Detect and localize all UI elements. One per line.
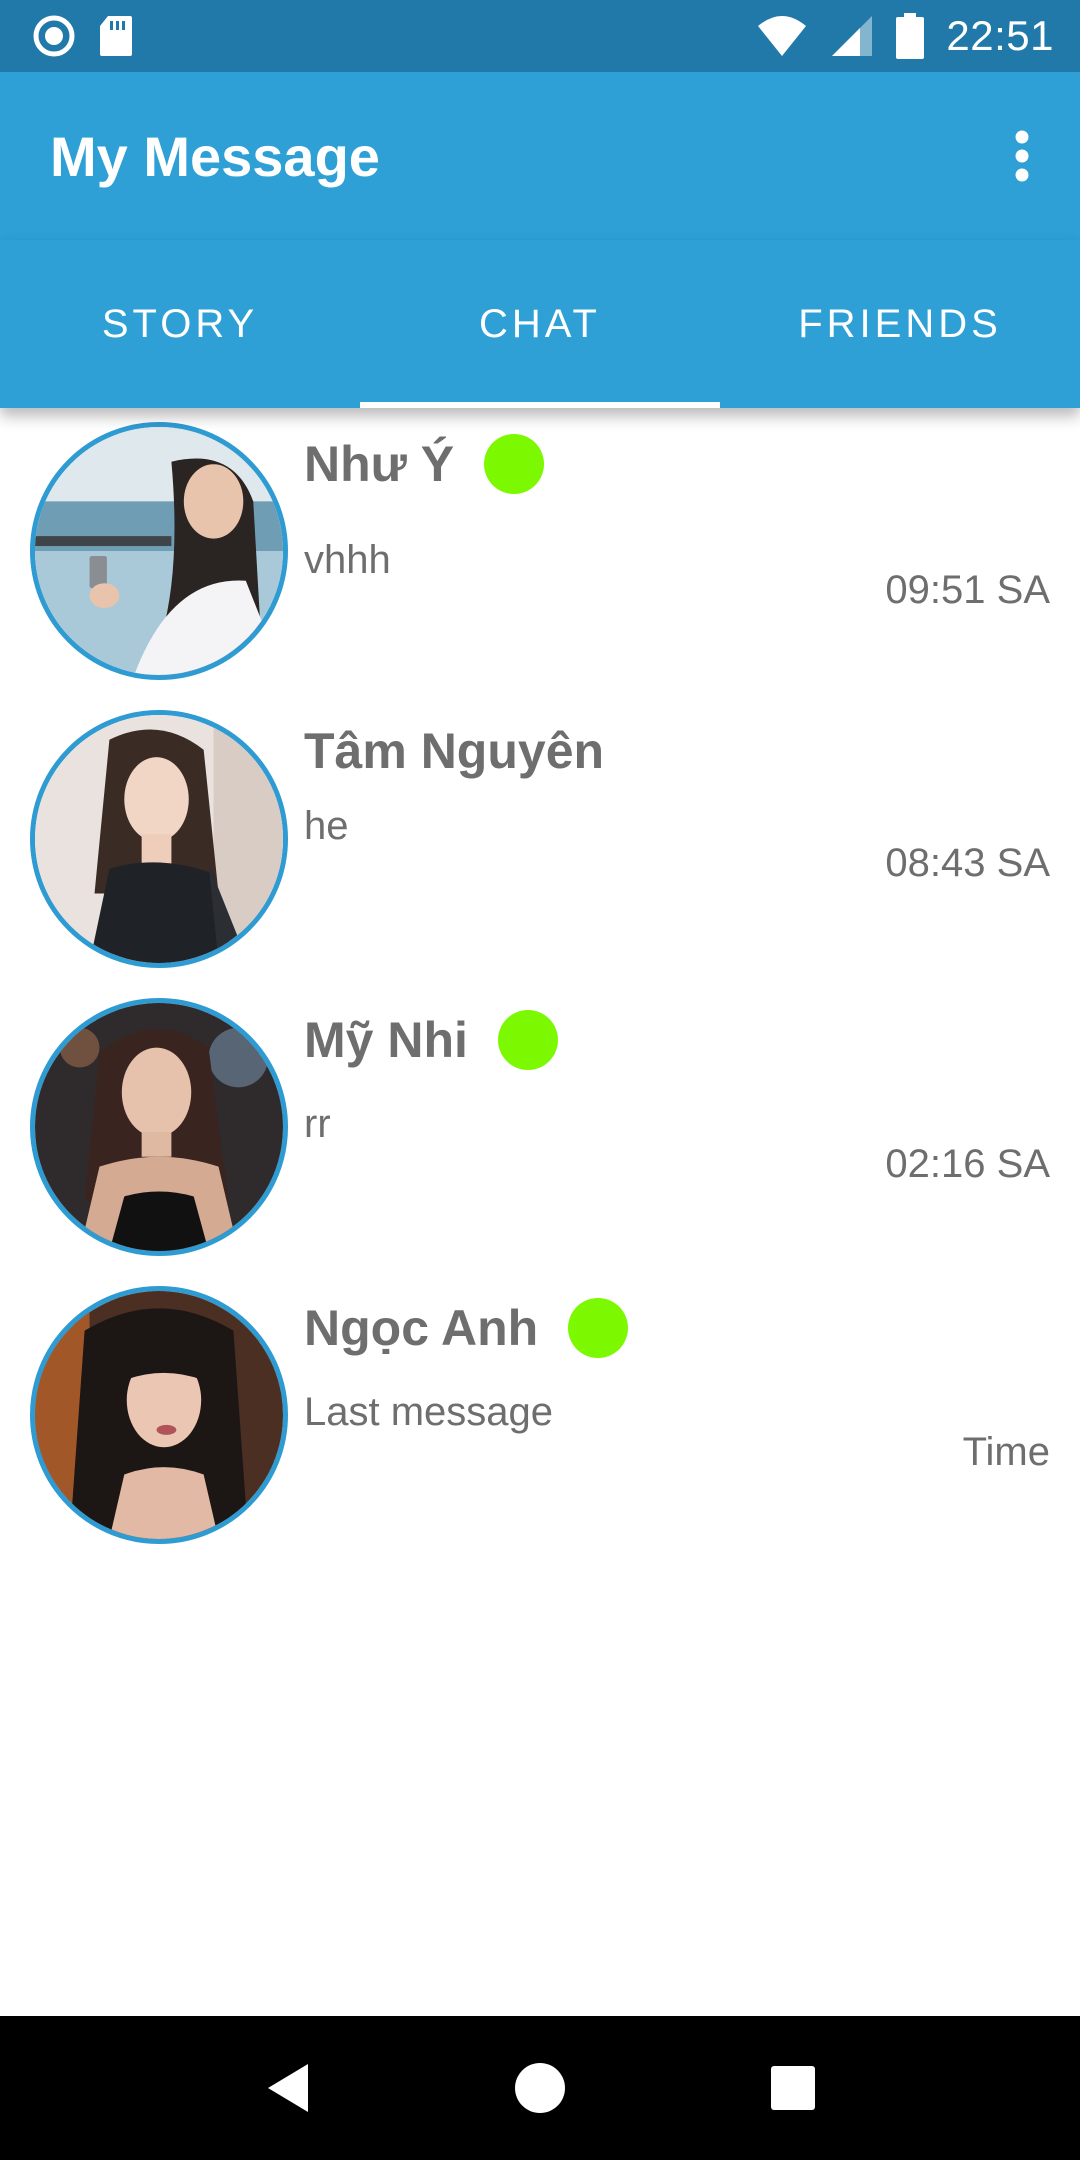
tab-indicator bbox=[360, 402, 720, 408]
chat-last-message: vhhh bbox=[304, 538, 391, 582]
chat-name-text: Ngọc Anh bbox=[304, 1300, 539, 1356]
app-title: My Message bbox=[50, 124, 380, 188]
avatar[interactable] bbox=[30, 1286, 288, 1544]
tab-chat-label: CHAT bbox=[479, 301, 601, 346]
tab-story[interactable]: STORY bbox=[0, 240, 360, 408]
tab-chat[interactable]: CHAT bbox=[360, 240, 720, 408]
navigation-bar bbox=[0, 2016, 1080, 2160]
chat-name-text: Tâm Nguyên bbox=[304, 723, 605, 779]
chat-time: 08:43 SA bbox=[885, 841, 1050, 885]
chat-item[interactable]: Như Ý vhhh 09:51 SA bbox=[0, 408, 1080, 696]
avatar[interactable] bbox=[30, 710, 288, 968]
sd-card-icon bbox=[98, 14, 134, 58]
tab-bar: STORY CHAT FRIENDS bbox=[0, 240, 1080, 408]
app-bar: My Message bbox=[0, 72, 1080, 240]
chat-name: Tâm Nguyên bbox=[304, 722, 604, 780]
chat-item[interactable]: Ngọc Anh Last message Time bbox=[0, 1272, 1080, 1560]
home-icon[interactable] bbox=[485, 2033, 595, 2143]
tab-friends[interactable]: FRIENDS bbox=[720, 240, 1080, 408]
chat-time: Time bbox=[962, 1430, 1050, 1474]
status-right-icons: 22:51 bbox=[756, 12, 1054, 60]
online-status-dot bbox=[484, 434, 545, 494]
back-icon[interactable] bbox=[232, 2033, 342, 2143]
chat-time: 02:16 SA bbox=[885, 1142, 1050, 1186]
chat-item[interactable]: Tâm Nguyên he 08:43 SA bbox=[0, 696, 1080, 984]
chat-list: Như Ý vhhh 09:51 SA Tâm Nguyên he 08:43 … bbox=[0, 408, 1080, 1560]
recents-icon[interactable] bbox=[738, 2033, 848, 2143]
chat-name-text: Mỹ Nhi bbox=[304, 1012, 468, 1068]
status-left-icons bbox=[32, 14, 134, 58]
chat-time: 09:51 SA bbox=[885, 568, 1050, 612]
wifi-icon bbox=[756, 14, 808, 58]
battery-icon bbox=[896, 13, 925, 59]
chat-name-text: Như Ý bbox=[304, 436, 455, 492]
chat-last-message: Last message bbox=[304, 1390, 554, 1434]
chat-name: Như Ý bbox=[304, 434, 545, 494]
chat-last-message: rr bbox=[304, 1102, 331, 1146]
tab-story-label: STORY bbox=[101, 301, 259, 346]
online-status-dot bbox=[568, 1298, 629, 1358]
more-vert-icon[interactable] bbox=[1002, 116, 1042, 196]
chat-name: Mỹ Nhi bbox=[304, 1010, 558, 1070]
avatar[interactable] bbox=[30, 998, 288, 1256]
online-status-dot bbox=[497, 1010, 558, 1070]
chat-item[interactable]: Mỹ Nhi rr 02:16 SA bbox=[0, 984, 1080, 1272]
status-time: 22:51 bbox=[946, 12, 1054, 59]
sync-icon bbox=[32, 14, 76, 58]
signal-icon bbox=[830, 14, 874, 58]
tab-friends-label: FRIENDS bbox=[798, 301, 1002, 346]
chat-last-message: he bbox=[304, 804, 349, 848]
avatar[interactable] bbox=[30, 422, 288, 680]
status-bar: 22:51 bbox=[0, 0, 1080, 72]
chat-name: Ngọc Anh bbox=[304, 1298, 629, 1358]
